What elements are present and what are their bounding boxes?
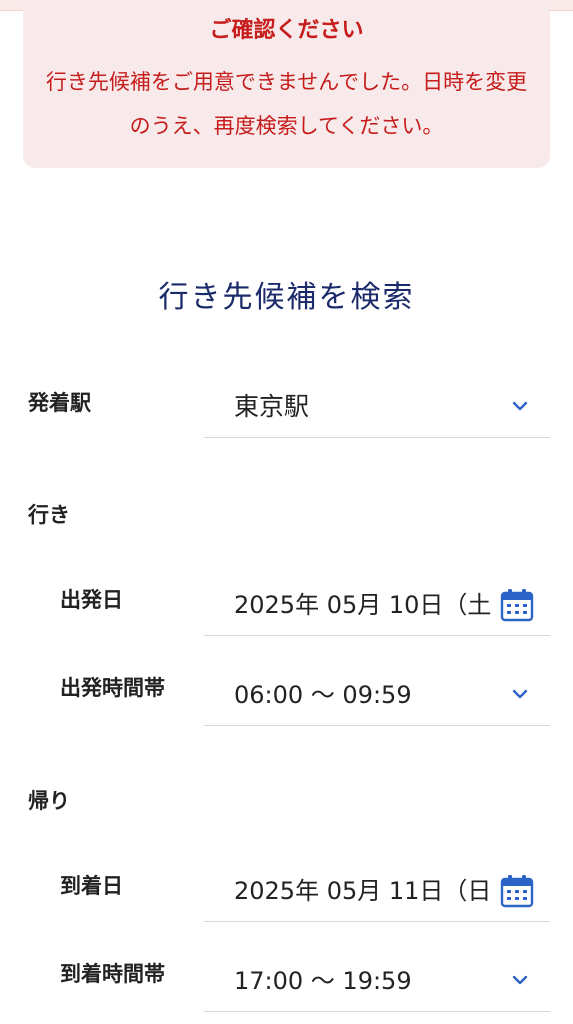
calendar-icon[interactable] [500,874,534,908]
calendar-icon[interactable] [500,588,534,622]
departure-time-select[interactable]: 06:00 〜 09:59 [204,664,550,726]
chevron-down-icon [512,689,528,699]
departure-date-value: 2025年 05月 10日（土 [234,591,492,619]
arrival-date-value: 2025年 05月 11日（日 [234,877,492,905]
outbound-label: 行き [28,503,70,527]
return-label: 帰り [28,789,70,813]
alert-message: 行き先候補をご用意できませんでした。日時を変更のうえ、再度検索してください。 [45,70,528,138]
search-section-title: 行き先候補を検索 [158,280,415,315]
station-label: 発着駅 [28,391,91,415]
departure-date-field[interactable]: 2025年 05月 10日（土 [204,574,550,636]
chevron-down-icon [512,401,528,411]
departure-date-label: 出発日 [60,588,123,612]
arrival-time-select[interactable]: 17:00 〜 19:59 [204,950,550,1012]
arrival-time-value: 17:00 〜 19:59 [234,967,412,995]
alert-box: ご確認ください 行き先候補をご用意できませんでした。日時を変更のうえ、再度検索し… [23,0,550,168]
departure-time-value: 06:00 〜 09:59 [234,681,412,709]
alert-title: ご確認ください [209,18,364,43]
arrival-date-label: 到着日 [60,874,123,898]
station-value: 東京駅 [234,392,310,421]
chevron-down-icon [512,975,528,985]
arrival-date-field[interactable]: 2025年 05月 11日（日 [204,860,550,922]
departure-time-label: 出発時間帯 [60,676,165,700]
station-select[interactable]: 東京駅 [204,376,550,438]
arrival-time-label: 到着時間帯 [60,962,165,986]
